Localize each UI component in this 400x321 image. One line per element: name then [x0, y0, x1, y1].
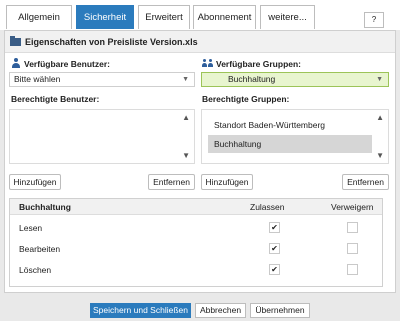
- tab-abonnement[interactable]: Abonnement: [193, 5, 256, 29]
- deny-column-header: Verweigern: [331, 202, 374, 212]
- available-groups-value: Buchhaltung: [228, 74, 276, 84]
- save-close-button[interactable]: Speichern und Schließen: [90, 303, 191, 318]
- tab-weitere[interactable]: weitere...: [260, 5, 315, 29]
- allow-column-header: Zulassen: [250, 202, 285, 212]
- chevron-down-icon: ▼: [376, 76, 383, 83]
- permission-label: Löschen: [19, 265, 52, 275]
- permissions-group-title: Buchhaltung: [19, 202, 71, 212]
- help-button[interactable]: ?: [364, 12, 384, 28]
- panel-title: Eigenschaften von Preisliste Version.xls: [5, 31, 395, 53]
- tab-bar: Allgemein Sicherheit Erweitert Abonnemen…: [0, 0, 400, 30]
- add-user-button[interactable]: Hinzufügen: [9, 174, 61, 190]
- available-groups-select[interactable]: Buchhaltung ▼: [201, 72, 389, 87]
- authorized-users-list[interactable]: ▲ ▼: [9, 109, 195, 164]
- deny-checkbox[interactable]: [347, 264, 358, 275]
- allow-checkbox[interactable]: ✔: [269, 264, 280, 275]
- apply-button[interactable]: Übernehmen: [250, 303, 310, 318]
- list-item[interactable]: Standort Baden-Württemberg: [208, 116, 372, 134]
- tab-erweitert[interactable]: Erweitert: [138, 5, 190, 29]
- group-icon: [202, 58, 214, 68]
- available-users-label: Verfügbare Benutzer:: [24, 59, 110, 69]
- authorized-users-label: Berechtigte Benutzer:: [11, 94, 100, 104]
- permissions-table: Buchhaltung Zulassen Verweigern Lesen ✔ …: [9, 198, 383, 287]
- scroll-down-icon[interactable]: ▼: [182, 151, 190, 160]
- permission-label: Lesen: [19, 223, 43, 233]
- permission-label: Bearbeiten: [19, 244, 61, 254]
- tab-allgemein[interactable]: Allgemein: [6, 5, 72, 29]
- panel-title-text: Eigenschaften von Preisliste Version.xls: [25, 37, 198, 47]
- deny-checkbox[interactable]: [347, 222, 358, 233]
- authorized-groups-list[interactable]: Standort Baden-Württemberg Buchhaltung ▲…: [201, 109, 389, 164]
- available-users-select[interactable]: Bitte wählen ▼: [9, 72, 195, 87]
- available-users-value: Bitte wählen: [14, 74, 61, 84]
- available-groups-label: Verfügbare Gruppen:: [216, 59, 302, 69]
- add-group-button[interactable]: Hinzufügen: [201, 174, 253, 190]
- remove-user-button[interactable]: Entfernen: [148, 174, 195, 190]
- folder-icon: [10, 36, 21, 46]
- chevron-down-icon: ▼: [182, 76, 189, 83]
- scroll-down-icon[interactable]: ▼: [376, 151, 384, 160]
- allow-checkbox[interactable]: ✔: [269, 243, 280, 254]
- remove-group-button[interactable]: Entfernen: [342, 174, 389, 190]
- tab-sicherheit[interactable]: Sicherheit: [76, 5, 134, 29]
- user-icon: [11, 58, 21, 68]
- authorized-groups-label: Berechtigte Gruppen:: [202, 94, 290, 104]
- permissions-header: Buchhaltung Zulassen Verweigern: [10, 199, 382, 215]
- scroll-up-icon[interactable]: ▲: [182, 113, 190, 122]
- cancel-button[interactable]: Abbrechen: [195, 303, 246, 318]
- footer-bar: Speichern und Schließen Abbrechen Überne…: [0, 297, 400, 321]
- allow-checkbox[interactable]: ✔: [269, 222, 280, 233]
- table-row: Bearbeiten ✔: [10, 239, 382, 260]
- table-row: Lesen ✔: [10, 218, 382, 239]
- scroll-up-icon[interactable]: ▲: [376, 113, 384, 122]
- table-row: Löschen ✔: [10, 260, 382, 281]
- list-item[interactable]: Buchhaltung: [208, 135, 372, 153]
- deny-checkbox[interactable]: [347, 243, 358, 254]
